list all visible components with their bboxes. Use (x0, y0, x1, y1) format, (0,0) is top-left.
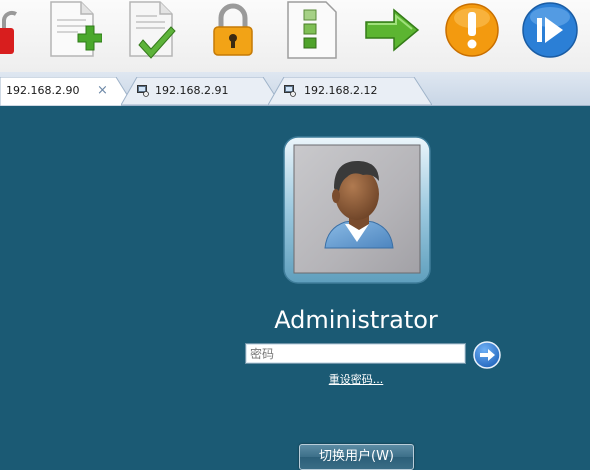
tab-label: 192.168.2.12 (304, 84, 378, 97)
toolbar (0, 0, 590, 73)
tab-label: 192.168.2.91 (155, 84, 229, 97)
tab-label: 192.168.2.90 (6, 84, 80, 97)
password-input[interactable] (245, 343, 466, 364)
tab-192-168-2-90[interactable]: 192.168.2.90 × (0, 77, 134, 106)
tab-192-168-2-12[interactable]: 192.168.2.12 (268, 77, 432, 106)
play-icon[interactable] (522, 0, 578, 60)
close-icon[interactable]: × (97, 77, 108, 105)
list-document-icon[interactable] (286, 0, 338, 60)
remote-desktop-icon (284, 85, 296, 97)
warning-icon[interactable] (444, 0, 500, 60)
user-avatar (283, 136, 431, 284)
new-document-icon[interactable] (48, 0, 102, 60)
lock-icon[interactable] (210, 0, 256, 60)
unlock-icon[interactable] (0, 0, 22, 60)
switch-user-button[interactable]: 切换用户(W) (299, 444, 414, 470)
username-label: Administrator (274, 306, 438, 334)
tab-192-168-2-91[interactable]: 192.168.2.91 (121, 77, 281, 106)
forward-arrow-icon[interactable] (364, 0, 420, 60)
tab-bar: 192.168.2.90 × 192.168.2.91 192.168.2.12 (0, 72, 590, 106)
approved-document-icon[interactable] (127, 0, 179, 60)
reset-password-link[interactable]: 重设密码... (300, 372, 412, 388)
remote-desktop-icon (137, 85, 149, 97)
submit-arrow-icon[interactable] (473, 341, 501, 369)
